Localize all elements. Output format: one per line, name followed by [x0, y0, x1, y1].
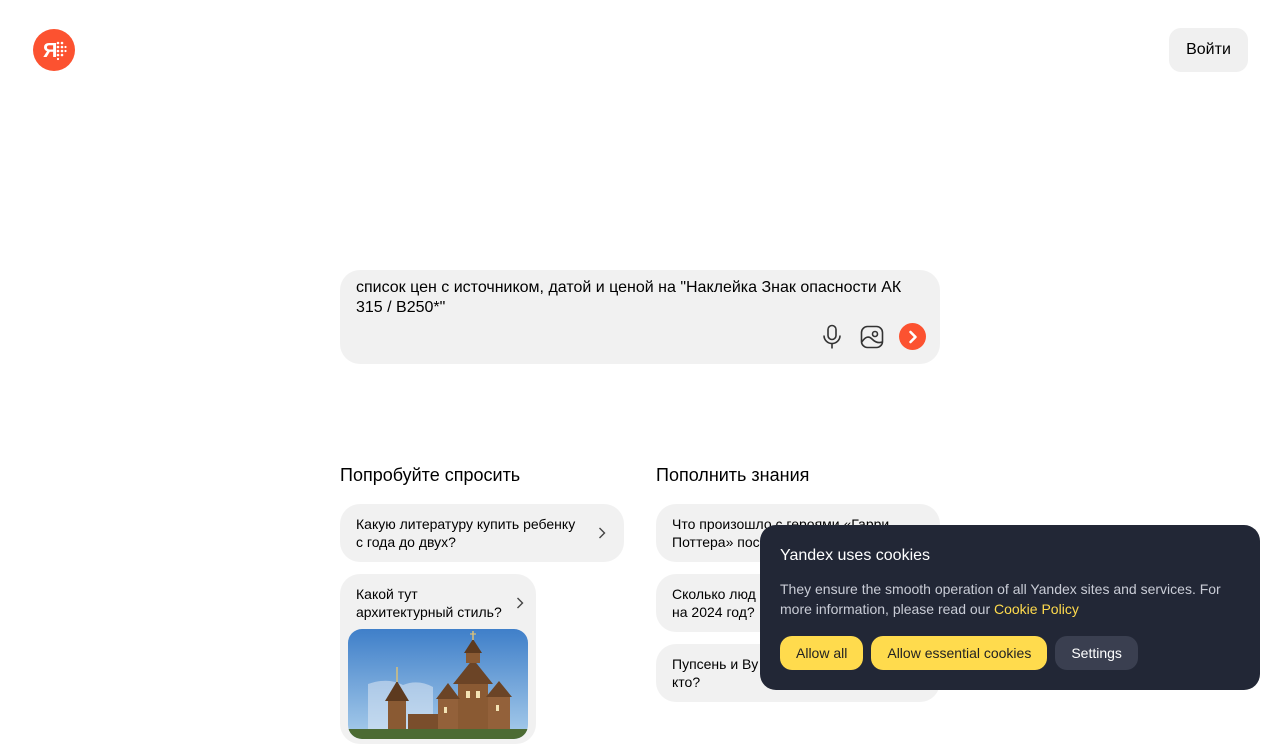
cookie-banner: Yandex uses cookies They ensure the smoo… — [760, 525, 1260, 690]
wooden-church-photo — [348, 629, 528, 739]
svg-text:Я: Я — [43, 40, 57, 62]
submit-arrow-icon[interactable] — [899, 323, 926, 350]
cookie-settings-button[interactable]: Settings — [1055, 636, 1138, 670]
suggestion-label: Сколько люд на 2024 год? — [672, 586, 756, 620]
search-query-text[interactable]: список цен с источником, датой и ценой н… — [356, 278, 926, 318]
try-ask-title: Попробуйте спросить — [340, 465, 521, 485]
image-search-icon[interactable] — [859, 324, 885, 350]
cookie-banner-title: Yandex uses cookies — [780, 547, 931, 564]
cookie-banner-text: They ensure the smooth operation of all … — [780, 579, 1240, 619]
search-box[interactable]: список цен с источником, датой и ценой н… — [340, 270, 940, 364]
cookie-policy-link[interactable]: Cookie Policy — [994, 601, 1079, 617]
chevron-right-icon — [599, 527, 606, 539]
allow-essential-cookies-button[interactable]: Allow essential cookies — [871, 636, 1048, 670]
suggestion-label: Пупсень и Ву кто? — [672, 656, 759, 690]
search-actions — [819, 323, 926, 350]
suggestion-card-image[interactable]: Какой тут архитектурный стиль? — [340, 574, 536, 744]
microphone-icon[interactable] — [819, 324, 845, 350]
cookie-banner-actions: Allow all Allow essential cookies Settin… — [780, 636, 1138, 670]
yandex-logo[interactable]: Я — [33, 29, 75, 71]
chevron-right-icon — [517, 597, 524, 609]
knowledge-title: Пополнить знания — [656, 465, 810, 485]
yandex-alice-logo-icon: Я — [43, 40, 67, 62]
suggestion-label: Какой тут архитектурный стиль? — [356, 586, 502, 620]
suggestion-label: Какую литературу купить ребенку с года д… — [356, 516, 576, 550]
login-button[interactable]: Войти — [1169, 28, 1248, 72]
suggestion-card[interactable]: Какую литературу купить ребенку с года д… — [340, 504, 624, 562]
allow-all-cookies-button[interactable]: Allow all — [780, 636, 864, 670]
